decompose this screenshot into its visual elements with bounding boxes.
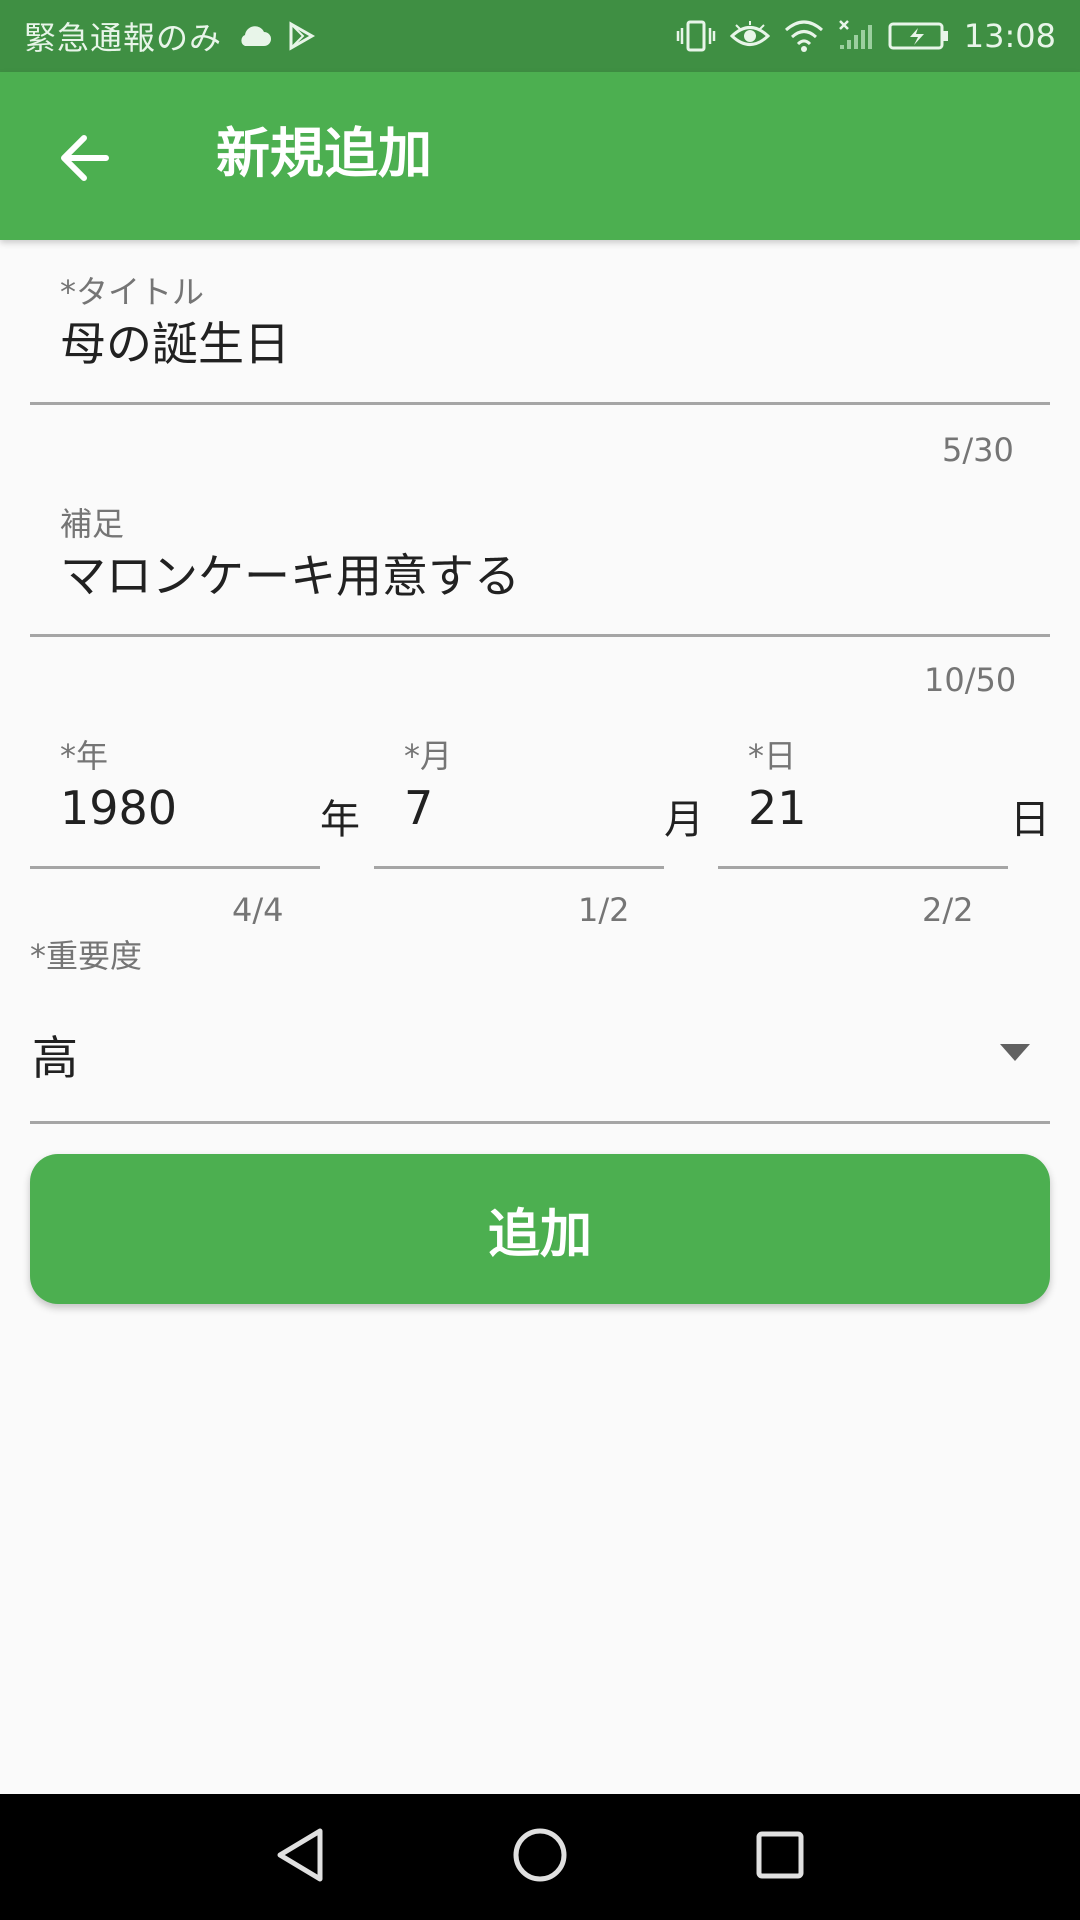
eye-icon xyxy=(729,21,770,51)
back-button[interactable] xyxy=(40,116,128,204)
wifi-icon xyxy=(784,20,824,52)
nav-recents-icon xyxy=(755,1830,805,1884)
status-left: 緊急通報のみ xyxy=(24,13,316,59)
nav-home-icon xyxy=(512,1827,568,1887)
title-counter: 5/30 xyxy=(942,431,1014,469)
signal-icon xyxy=(838,19,874,53)
priority-selected-value: 高 xyxy=(32,1031,78,1085)
month-field[interactable]: *月 7 xyxy=(374,736,664,870)
note-field-label: 補足 xyxy=(60,505,125,543)
app-bar: 新規追加 xyxy=(0,72,1080,240)
priority-underline xyxy=(30,1121,1050,1124)
arrow-back-icon xyxy=(58,134,110,186)
title-field[interactable]: *タイトル 母の誕生日 xyxy=(30,272,1050,406)
note-counter: 10/50 xyxy=(924,661,1017,699)
year-field-underline xyxy=(30,866,320,869)
year-field-value[interactable]: 1980 xyxy=(60,780,177,836)
year-field-label: *年 xyxy=(60,737,109,775)
month-counter: 1/2 xyxy=(578,891,630,929)
vibrate-icon xyxy=(676,19,716,53)
day-field-label: *日 xyxy=(748,737,797,775)
carrier-text: 緊急通報のみ xyxy=(24,19,223,57)
page-title: 新規追加 xyxy=(216,122,432,185)
day-field-underline xyxy=(718,866,1008,869)
play-store-icon xyxy=(286,21,316,51)
priority-dropdown[interactable]: 高 xyxy=(30,1000,1050,1124)
year-counter: 4/4 xyxy=(232,891,284,929)
priority-label: *重要度 xyxy=(30,937,143,975)
note-field[interactable]: 補足 マロンケーキ用意する xyxy=(30,504,1050,638)
status-right: 13:08 xyxy=(676,17,1056,55)
add-button[interactable]: 追加 xyxy=(30,1154,1050,1304)
month-unit: 月 xyxy=(664,797,704,843)
battery-icon xyxy=(888,21,950,51)
nav-home-button[interactable] xyxy=(500,1822,580,1892)
note-field-underline xyxy=(30,634,1050,637)
nav-back-icon xyxy=(274,1827,326,1887)
month-field-label: *月 xyxy=(404,737,453,775)
title-field-label: *タイトル xyxy=(60,273,205,311)
nav-back-button[interactable] xyxy=(260,1822,340,1892)
cloud-icon xyxy=(236,24,272,48)
year-field[interactable]: *年 1980 xyxy=(30,736,320,870)
navigation-bar xyxy=(0,1794,1080,1920)
month-field-value[interactable]: 7 xyxy=(404,780,433,836)
note-field-value[interactable]: マロンケーキ用意する xyxy=(60,548,520,604)
day-field[interactable]: *日 21 xyxy=(718,736,1008,870)
day-unit: 日 xyxy=(1010,797,1050,843)
dropdown-arrow-icon[interactable] xyxy=(1000,1044,1030,1062)
status-bar: 緊急通報のみ 13:08 xyxy=(0,0,1080,72)
month-field-underline xyxy=(374,866,664,869)
title-field-underline xyxy=(30,402,1050,405)
day-field-value[interactable]: 21 xyxy=(748,780,807,836)
status-time: 13:08 xyxy=(963,17,1056,55)
year-unit: 年 xyxy=(320,797,360,843)
title-field-value[interactable]: 母の誕生日 xyxy=(60,316,290,372)
nav-recents-button[interactable] xyxy=(740,1822,820,1892)
day-counter: 2/2 xyxy=(922,891,974,929)
